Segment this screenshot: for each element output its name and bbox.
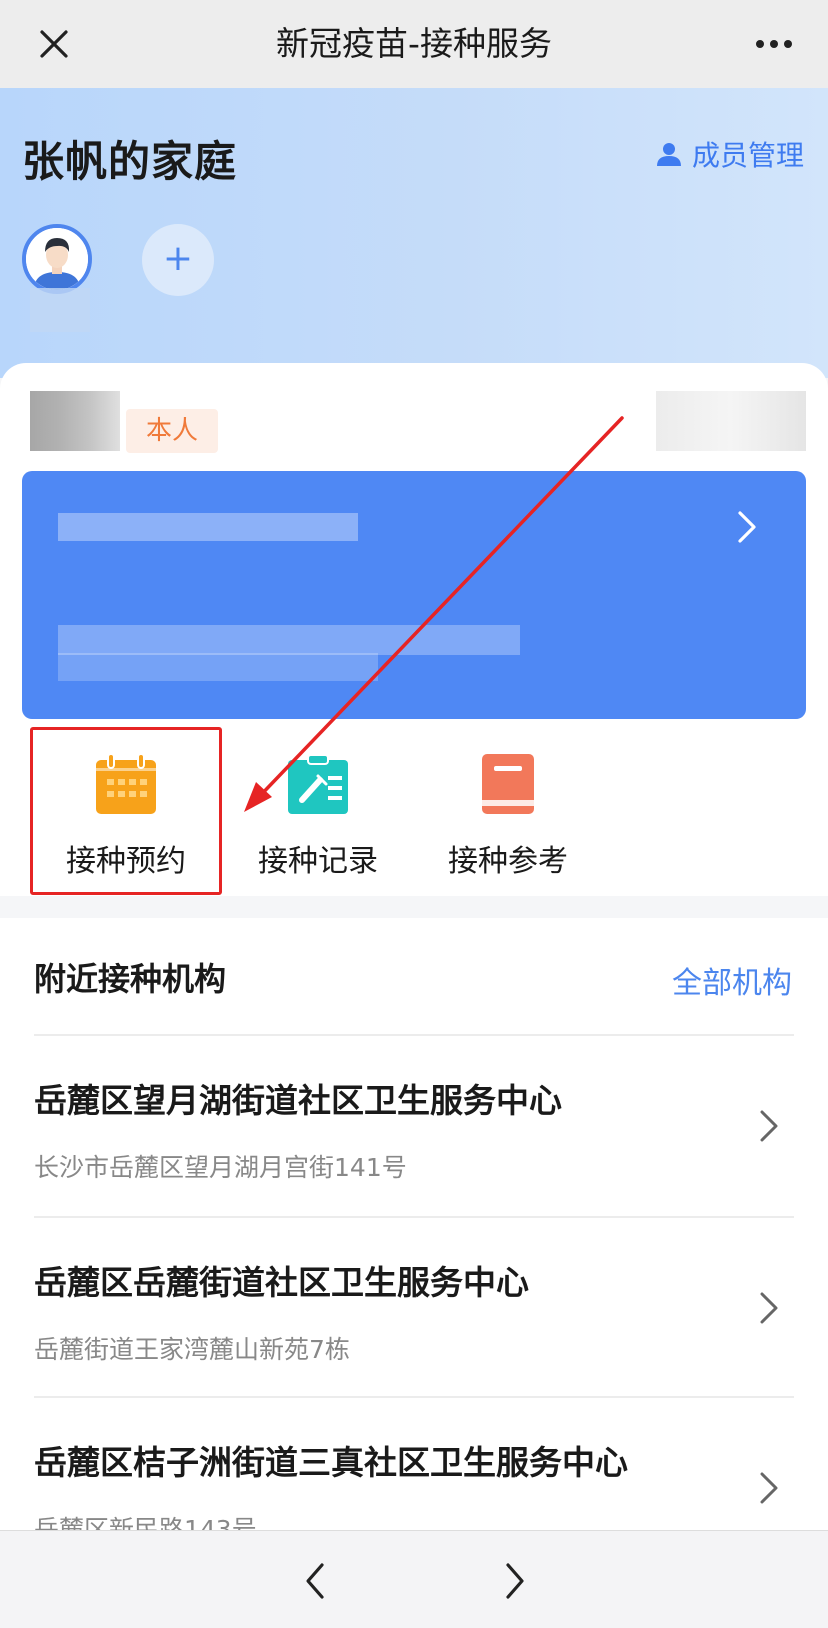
vaccination-record-button[interactable]: 接种记录 bbox=[228, 736, 408, 886]
section-title: 附近接种机构 bbox=[34, 960, 227, 998]
action-label: 接种记录 bbox=[258, 844, 378, 879]
list-item[interactable]: 岳麓区岳麓街道社区卫生服务中心 岳麓街道王家湾麓山新苑7栋 bbox=[34, 1216, 794, 1396]
avatar[interactable] bbox=[22, 224, 92, 294]
member-management-button[interactable]: 成员管理 bbox=[656, 134, 804, 174]
institution-name: 岳麓区桔子洲街道三真社区卫生服务中心 bbox=[34, 1443, 628, 1482]
highlight-box bbox=[30, 727, 222, 895]
all-institutions-link[interactable]: 全部机构 bbox=[672, 958, 792, 1002]
bottom-navigation bbox=[0, 1530, 828, 1628]
chevron-right-icon bbox=[760, 1110, 778, 1142]
institution-address: 岳麓街道王家湾麓山新苑7栋 bbox=[34, 1335, 350, 1364]
person-name-blurred bbox=[30, 391, 120, 451]
institution-name: 岳麓区望月湖街道社区卫生服务中心 bbox=[34, 1081, 562, 1120]
avatar-person-icon bbox=[26, 228, 88, 290]
member-management-label: 成员管理 bbox=[691, 139, 804, 172]
title-bar: 新冠疫苗-接种服务 bbox=[0, 0, 828, 88]
detail-text-blurred-2 bbox=[58, 653, 378, 681]
list-item[interactable]: 岳麓区望月湖街道社区卫生服务中心 长沙市岳麓区望月湖月宫街141号 bbox=[34, 1034, 794, 1214]
self-badge: 本人 bbox=[126, 409, 219, 453]
forward-icon[interactable] bbox=[500, 1559, 530, 1603]
vaccine-status-panel[interactable] bbox=[22, 471, 806, 719]
chevron-right-icon bbox=[760, 1472, 778, 1504]
page-title: 新冠疫苗-接种服务 bbox=[276, 24, 552, 63]
status-text-blurred bbox=[58, 513, 358, 541]
add-member-button[interactable]: + bbox=[142, 224, 214, 296]
nearby-institutions: 附近接种机构 全部机构 岳麓区望月湖街道社区卫生服务中心 长沙市岳麓区望月湖月宫… bbox=[0, 918, 828, 1544]
back-icon[interactable] bbox=[300, 1559, 330, 1603]
institution-name: 岳麓区岳麓街道社区卫生服务中心 bbox=[34, 1263, 529, 1302]
family-title: 张帆的家庭 bbox=[22, 137, 238, 186]
action-label: 接种参考 bbox=[448, 844, 568, 879]
book-icon bbox=[482, 754, 534, 814]
chevron-right-icon bbox=[738, 511, 756, 543]
vaccination-reference-button[interactable]: 接种参考 bbox=[418, 736, 598, 886]
avatar-name-blurred bbox=[30, 288, 90, 332]
institution-address: 长沙市岳麓区望月湖月宫街141号 bbox=[34, 1153, 407, 1182]
family-header: 张帆的家庭 成员管理 + bbox=[0, 88, 828, 378]
vaccine-card-icon bbox=[288, 754, 348, 814]
person-info-blurred bbox=[656, 391, 806, 451]
user-icon bbox=[656, 143, 681, 166]
detail-text-blurred bbox=[58, 625, 520, 655]
chevron-right-icon bbox=[760, 1292, 778, 1324]
more-icon[interactable] bbox=[746, 20, 802, 68]
